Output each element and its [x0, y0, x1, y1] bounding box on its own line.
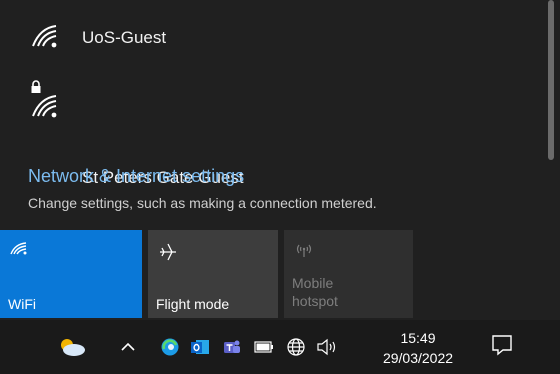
scrollbar[interactable] [548, 0, 554, 160]
network-settings-link[interactable]: Network & Internet settings [28, 166, 244, 187]
wifi-signal-icon [32, 95, 57, 118]
lock-icon [31, 80, 41, 93]
taskbar: 15:49 29/03/2022 [0, 320, 560, 374]
teams-icon[interactable] [218, 320, 246, 374]
chevron-up-icon[interactable] [114, 320, 142, 374]
network-settings-description: Change settings, such as making a connec… [28, 195, 377, 211]
clock-date: 29/03/2022 [382, 350, 454, 366]
volume-icon[interactable] [312, 320, 342, 374]
clock[interactable]: 15:49 29/03/2022 [370, 328, 466, 368]
outlook-icon[interactable] [186, 320, 214, 374]
hotspot-label-line1: Mobile [292, 275, 334, 291]
network-flyout: UoS-Guest St Peters Gate Guest Network &… [0, 0, 560, 320]
wifi-signal-icon [32, 25, 57, 48]
flight-mode-toggle-tile[interactable]: Flight mode [148, 230, 278, 318]
edge-icon[interactable] [156, 320, 184, 374]
airplane-icon [160, 243, 176, 261]
flight-mode-tile-label: Flight mode [156, 296, 230, 312]
wifi-tile-label: WiFi [8, 296, 36, 312]
battery-icon[interactable] [250, 320, 278, 374]
network-item-uos-guest[interactable]: UoS-Guest [0, 4, 548, 68]
hotspot-icon [296, 244, 312, 257]
wifi-toggle-tile[interactable]: WiFi [0, 230, 142, 318]
wifi-icon [10, 242, 27, 255]
clock-time: 15:49 [400, 330, 436, 346]
mobile-hotspot-tile[interactable]: Mobile hotspot [284, 230, 413, 318]
network-globe-icon[interactable] [282, 320, 310, 374]
notification-icon[interactable] [490, 333, 514, 362]
weather-icon[interactable] [50, 320, 94, 374]
mobile-hotspot-tile-label: Mobile hotspot [292, 274, 338, 310]
hotspot-label-line2: hotspot [292, 293, 338, 309]
network-item-st-peters-gate-guest[interactable]: St Peters Gate Guest [0, 74, 548, 187]
network-name: UoS-Guest [82, 28, 167, 47]
